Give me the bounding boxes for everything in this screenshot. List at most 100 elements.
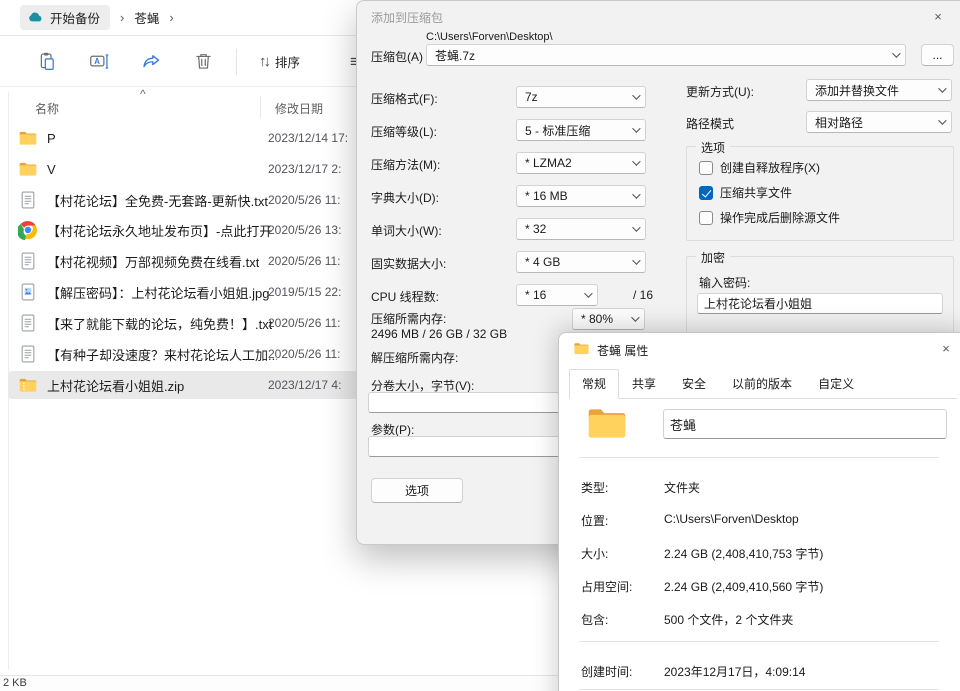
breadcrumb-chevron2-icon[interactable]: › bbox=[169, 10, 173, 25]
tab-previous-versions[interactable]: 以前的版本 bbox=[719, 369, 805, 399]
chevron-down-icon bbox=[938, 84, 946, 92]
tab-sharing[interactable]: 共享 bbox=[619, 369, 669, 399]
dictionary-select[interactable]: * 16 MB bbox=[516, 185, 646, 207]
file-name: V bbox=[47, 162, 56, 177]
memory-percent-select[interactable]: * 80% bbox=[572, 308, 645, 330]
column-header-modified[interactable]: 修改日期 bbox=[275, 100, 323, 117]
word-size-value: * 32 bbox=[525, 222, 546, 236]
close-icon[interactable]: × bbox=[929, 7, 947, 25]
update-mode-label: 更新方式(U): bbox=[686, 83, 754, 100]
column-separator[interactable] bbox=[260, 96, 261, 118]
chevron-down-icon bbox=[632, 157, 640, 165]
onedrive-cloud-icon bbox=[27, 9, 44, 26]
sfx-checkbox-label: 创建自释放程序(X) bbox=[720, 159, 820, 176]
level-select[interactable]: 5 - 标准压缩 bbox=[516, 119, 646, 141]
rename-button[interactable] bbox=[80, 45, 118, 79]
breadcrumb-chevron-icon: › bbox=[120, 10, 124, 25]
chevron-down-icon bbox=[584, 289, 592, 297]
word-size-select[interactable]: * 32 bbox=[516, 218, 646, 240]
format-select[interactable]: 7z bbox=[516, 86, 646, 108]
zip-folder-icon bbox=[18, 375, 38, 395]
tab-customize[interactable]: 自定义 bbox=[805, 369, 867, 399]
memory-label: 压缩所需内存: bbox=[371, 310, 446, 327]
dictionary-value: * 16 MB bbox=[525, 189, 568, 203]
file-date: 2019/5/15 22: bbox=[268, 285, 341, 299]
share-button[interactable] bbox=[132, 45, 170, 79]
chevron-down-icon bbox=[892, 49, 900, 57]
file-name: 【来了就能下载的论坛，纯免费！】.txt bbox=[47, 314, 272, 333]
archive-name-combobox[interactable]: 苍蝇.7z bbox=[426, 44, 906, 66]
tab-general[interactable]: 常规 bbox=[569, 369, 619, 399]
created-label: 创建时间: bbox=[581, 663, 632, 680]
checkbox-unchecked-icon[interactable] bbox=[699, 161, 713, 175]
decompress-memory-label: 解压缩所需内存: bbox=[371, 349, 458, 366]
breadcrumb-root-label: 开始备份 bbox=[50, 8, 100, 27]
shared-files-checkbox-row[interactable]: 压缩共享文件 bbox=[699, 184, 792, 201]
location-label: 位置: bbox=[581, 512, 608, 529]
separator bbox=[579, 641, 939, 642]
dialog-title: 添加到压缩包 bbox=[371, 9, 443, 26]
file-date: 2023/12/14 17: bbox=[268, 131, 348, 145]
method-select[interactable]: * LZMA2 bbox=[516, 152, 646, 174]
file-date: 2023/12/17 2: bbox=[268, 162, 341, 176]
browse-button[interactable]: ... bbox=[921, 44, 954, 66]
size-on-disk-value: 2.24 GB (2,409,410,560 字节) bbox=[664, 578, 823, 595]
sfx-checkbox-row[interactable]: 创建自释放程序(X) bbox=[699, 159, 820, 176]
file-date: 2020/5/26 11: bbox=[268, 193, 341, 207]
chevron-down-icon bbox=[938, 116, 946, 124]
options-button[interactable]: 选项 bbox=[371, 478, 463, 503]
shared-files-checkbox-label: 压缩共享文件 bbox=[720, 184, 792, 201]
method-label: 压缩方法(M): bbox=[371, 156, 440, 173]
delete-button[interactable] bbox=[184, 45, 222, 79]
size-label: 大小: bbox=[581, 545, 608, 562]
file-name: 【村花论坛】全免费-无套路-更新快.txt bbox=[47, 191, 268, 210]
sort-arrows-icon: ↑↓ bbox=[259, 53, 268, 70]
breadcrumb-root[interactable]: 开始备份 bbox=[20, 5, 110, 30]
rename-icon bbox=[88, 51, 110, 73]
path-mode-select[interactable]: 相对路径 bbox=[806, 111, 952, 133]
column-header-name[interactable]: 名称 bbox=[35, 100, 59, 117]
memory-detail: 2496 MB / 26 GB / 32 GB bbox=[371, 327, 507, 341]
contains-label: 包含: bbox=[581, 611, 608, 628]
text-file-icon bbox=[18, 313, 38, 333]
text-file-icon bbox=[18, 344, 38, 364]
desktop: 开始备份 › 苍蝇 › ↑↓ 排序 ≡ bbox=[0, 0, 960, 691]
delete-after-checkbox-row[interactable]: 操作完成后删除源文件 bbox=[699, 209, 840, 226]
password-label: 输入密码: bbox=[699, 274, 750, 291]
share-icon bbox=[140, 51, 162, 73]
file-date: 2020/5/26 13: bbox=[268, 223, 341, 237]
location-value: C:\Users\Forven\Desktop bbox=[664, 512, 799, 526]
level-label: 压缩等级(L): bbox=[371, 123, 437, 140]
checkbox-checked-icon[interactable] bbox=[699, 186, 713, 200]
breadcrumb-current[interactable]: 苍蝇 bbox=[134, 8, 159, 27]
large-folder-icon bbox=[585, 401, 629, 445]
contains-value: 500 个文件，2 个文件夹 bbox=[664, 611, 793, 628]
dialog-title: 苍蝇 属性 bbox=[597, 342, 648, 359]
update-mode-select[interactable]: 添加并替换文件 bbox=[806, 79, 952, 101]
toolbar-divider bbox=[236, 49, 237, 75]
chevron-down-icon bbox=[632, 223, 640, 231]
folder-name-input[interactable] bbox=[663, 409, 947, 439]
sort-button[interactable]: ↑↓ 排序 bbox=[251, 46, 308, 77]
chevron-down-icon bbox=[632, 124, 640, 132]
solid-block-select[interactable]: * 4 GB bbox=[516, 251, 646, 273]
options-group: 选项 创建自释放程序(X) 压缩共享文件 操作完成后删除源文件 bbox=[686, 146, 954, 241]
created-value: 2023年12月17日，4:09:14 bbox=[664, 663, 805, 680]
path-mode-label: 路径模式 bbox=[686, 115, 734, 132]
delete-icon bbox=[192, 51, 214, 73]
folder-properties-dialog: 苍蝇 属性 × 常规 共享 安全 以前的版本 自定义 类型: 文件夹 位置: C… bbox=[558, 332, 960, 691]
tab-security[interactable]: 安全 bbox=[669, 369, 719, 399]
paste-button[interactable] bbox=[28, 45, 66, 79]
word-size-label: 单词大小(W): bbox=[371, 222, 442, 239]
file-date: 2020/5/26 11: bbox=[268, 254, 341, 268]
encryption-group-title: 加密 bbox=[696, 249, 730, 266]
chrome-shortcut-icon bbox=[18, 220, 38, 240]
checkbox-unchecked-icon[interactable] bbox=[699, 211, 713, 225]
password-input[interactable] bbox=[697, 293, 943, 314]
cpu-threads-select[interactable]: * 16 bbox=[516, 284, 598, 306]
archive-dir: C:\Users\Forven\Desktop\ bbox=[426, 31, 553, 43]
solid-block-label: 固实数据大小: bbox=[371, 255, 446, 272]
file-date: 2020/5/26 11: bbox=[268, 347, 341, 361]
close-icon[interactable]: × bbox=[937, 339, 955, 357]
separator bbox=[579, 457, 939, 458]
